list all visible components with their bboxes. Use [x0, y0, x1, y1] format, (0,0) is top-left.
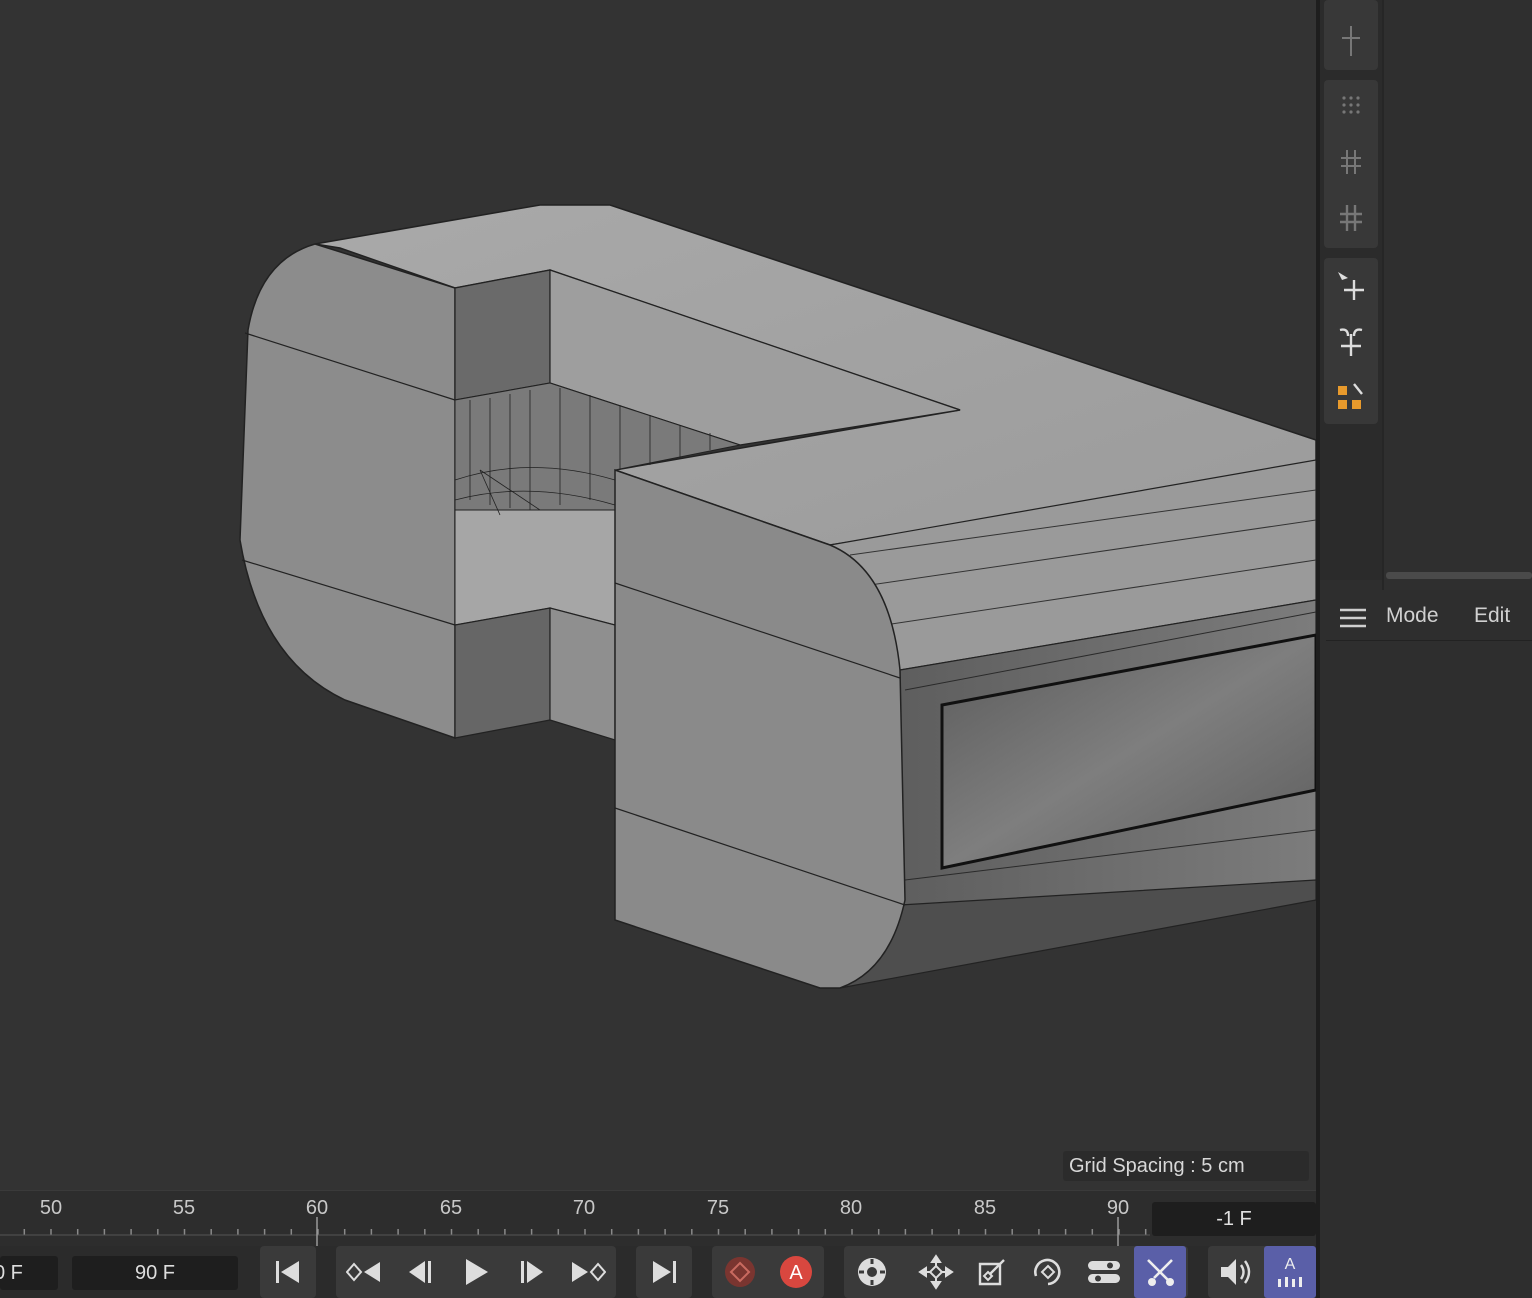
start-frame-field[interactable]: 0 F	[0, 1256, 58, 1290]
settings-icon[interactable]	[846, 1246, 898, 1298]
go-to-end-icon[interactable]	[638, 1246, 690, 1298]
transform-group	[1324, 258, 1378, 424]
snap-icon[interactable]	[1324, 14, 1378, 68]
object-manager-panel	[1382, 0, 1532, 590]
current-frame-field[interactable]: -1 F	[1152, 1202, 1316, 1236]
scale-icon[interactable]	[1324, 314, 1378, 368]
param-key-icon[interactable]	[1078, 1246, 1130, 1298]
grid-spacing-label: Grid Spacing : 5 cm	[1063, 1151, 1309, 1181]
record-key-icon[interactable]	[714, 1246, 766, 1298]
horizontal-scrollbar[interactable]	[1386, 572, 1532, 579]
snap-group	[1324, 0, 1378, 70]
menu-mode[interactable]: Mode	[1386, 604, 1439, 628]
prev-key-icon[interactable]	[338, 1246, 390, 1298]
position-key-icon[interactable]	[910, 1246, 962, 1298]
3d-viewport[interactable]: Grid Spacing : 5 cm	[0, 0, 1316, 1190]
3d-model	[239, 204, 1316, 989]
go-to-start-icon[interactable]	[262, 1246, 314, 1298]
sound-icon[interactable]	[1210, 1246, 1262, 1298]
grid-dots-icon[interactable]	[1324, 80, 1378, 134]
scale-key-icon[interactable]	[966, 1246, 1018, 1298]
timeline-ruler[interactable]: 50 55 60 65 70 75 80 85 90	[0, 1190, 1316, 1247]
play-icon[interactable]	[450, 1246, 502, 1298]
move-icon[interactable]	[1324, 258, 1378, 312]
svg-text:A: A	[789, 1262, 803, 1284]
tick-marks	[0, 1217, 1150, 1247]
attributes-menu-bar: Mode Edit	[1326, 594, 1532, 641]
next-key-icon[interactable]	[562, 1246, 614, 1298]
pla-key-icon[interactable]	[1134, 1246, 1186, 1298]
autokey-icon[interactable]: A	[770, 1246, 822, 1298]
next-frame-icon[interactable]	[506, 1246, 558, 1298]
end-frame-field[interactable]: 90 F	[72, 1256, 238, 1290]
svg-text:A: A	[1285, 1256, 1296, 1273]
grid-group	[1324, 80, 1378, 248]
object-axis-icon[interactable]	[1324, 370, 1378, 424]
hamburger-menu-icon[interactable]	[1338, 606, 1368, 635]
prev-frame-icon[interactable]	[394, 1246, 446, 1298]
grid-large-icon[interactable]	[1324, 192, 1378, 246]
menu-edit[interactable]: Edit	[1474, 604, 1510, 628]
keyframe-interp-icon[interactable]: A	[1264, 1246, 1316, 1298]
start-frame-value: 0 F	[0, 1262, 23, 1284]
vertical-toolbar	[1320, 0, 1382, 580]
grid-small-icon[interactable]	[1324, 136, 1378, 190]
rotation-key-icon[interactable]	[1022, 1246, 1074, 1298]
attributes-panel-body	[1326, 641, 1532, 1298]
